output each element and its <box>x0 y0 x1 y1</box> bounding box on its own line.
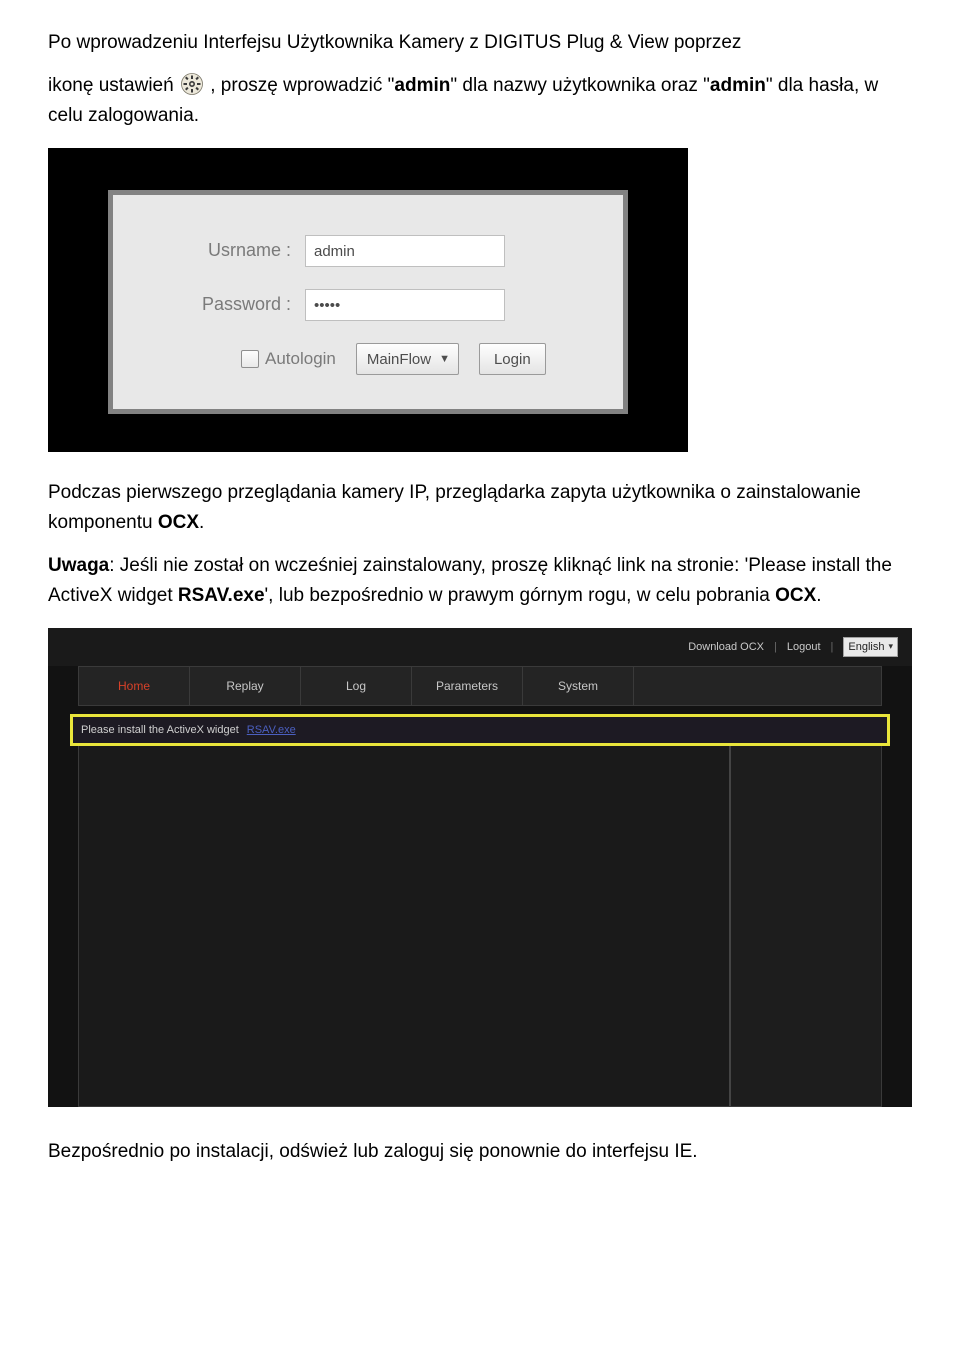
paragraph-uwaga: Uwaga: Jeśli nie został on wcześniej zai… <box>48 551 912 610</box>
stream-select[interactable]: MainFlow ▼ <box>356 343 459 375</box>
text-bold: OCX <box>775 585 816 606</box>
separator: | <box>774 639 777 656</box>
camera-side-panel <box>729 746 881 1106</box>
login-button[interactable]: Login <box>479 343 546 375</box>
autologin-label: Autologin <box>265 346 336 372</box>
download-ocx-link[interactable]: Download OCX <box>688 639 764 656</box>
tab-parameters[interactable]: Parameters <box>412 667 523 705</box>
chevron-down-icon: ▾ <box>888 640 893 654</box>
tab-system[interactable]: System <box>523 667 634 705</box>
camera-body <box>78 746 882 1107</box>
language-value: English <box>848 639 884 656</box>
password-input[interactable] <box>305 289 505 321</box>
chevron-down-icon: ▼ <box>439 351 450 368</box>
text-bold: Uwaga <box>48 555 109 576</box>
text: ikonę ustawień <box>48 75 179 96</box>
text: " dla nazwy użytkownika oraz " <box>450 75 710 96</box>
separator: | <box>831 639 834 656</box>
text-bold: OCX <box>158 512 199 533</box>
stream-value: MainFlow <box>367 348 431 371</box>
ocx-install-bar: Please install the ActiveX widget RSAV.e… <box>70 714 890 746</box>
rsav-exe-link[interactable]: RSAV.exe <box>247 722 296 739</box>
text: . <box>816 585 821 606</box>
login-box: Usrname : Password : Autologin MainFlow … <box>108 190 628 414</box>
text: , proszę wprowadzić " <box>210 75 394 96</box>
login-button-label: Login <box>494 348 531 371</box>
language-select[interactable]: English ▾ <box>843 637 898 657</box>
camera-topbar: Download OCX | Logout | English ▾ <box>48 628 912 666</box>
paragraph-intro-line2: ikonę ustawień , proszę wprowadzić "admi… <box>48 71 912 130</box>
username-label: Usrname : <box>161 237 305 265</box>
paragraph-after-install: Bezpośrednio po instalacji, odśwież lub … <box>48 1137 912 1166</box>
gear-icon <box>179 72 205 96</box>
text-bold: admin <box>394 75 450 96</box>
text-bold: admin <box>710 75 766 96</box>
password-label: Password : <box>161 291 305 319</box>
autologin-checkbox[interactable]: Autologin <box>241 346 336 372</box>
text-bold: RSAV.exe <box>178 585 265 606</box>
ocx-message: Please install the ActiveX widget <box>81 722 239 739</box>
login-screenshot: Usrname : Password : Autologin MainFlow … <box>48 148 688 452</box>
text: . <box>199 512 204 533</box>
tab-home[interactable]: Home <box>79 667 190 705</box>
camera-tabs: Home Replay Log Parameters System <box>78 666 882 706</box>
logout-link[interactable]: Logout <box>787 639 821 656</box>
camera-view-area <box>79 746 729 1106</box>
paragraph-ocx: Podczas pierwszego przeglądania kamery I… <box>48 478 912 537</box>
tab-replay[interactable]: Replay <box>190 667 301 705</box>
paragraph-intro-line1: Po wprowadzeniu Interfejsu Użytkownika K… <box>48 28 912 57</box>
username-input[interactable] <box>305 235 505 267</box>
camera-interface-screenshot: Download OCX | Logout | English ▾ Home R… <box>48 628 912 1107</box>
text: ', lub bezpośrednio w prawym górnym rogu… <box>265 585 776 606</box>
tab-log[interactable]: Log <box>301 667 412 705</box>
checkbox-icon <box>241 350 259 368</box>
